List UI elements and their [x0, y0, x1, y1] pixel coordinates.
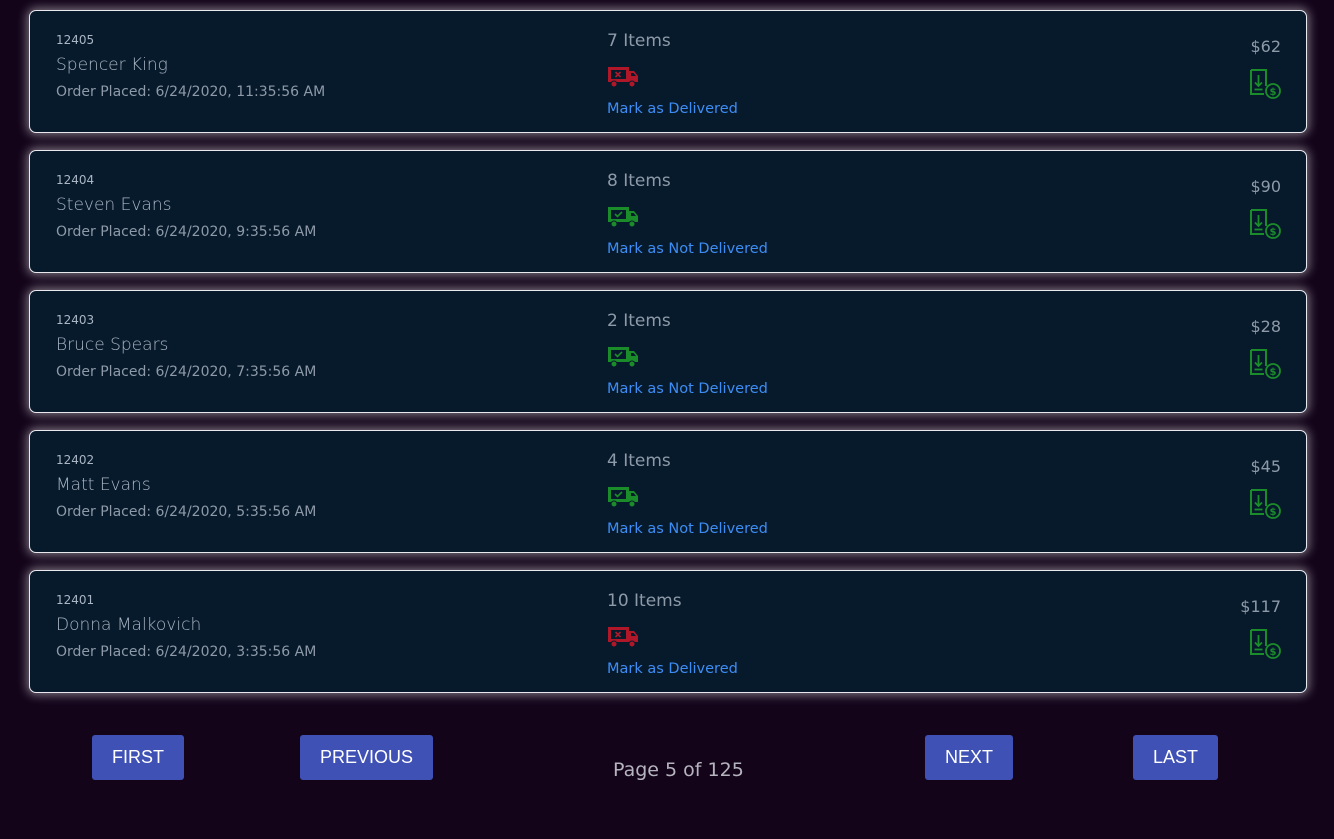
order-price: $62 [1250, 37, 1281, 56]
order-price: $90 [1250, 177, 1281, 196]
truck-x-icon [607, 625, 639, 649]
mark-delivered-link[interactable]: Mark as Delivered [607, 101, 738, 117]
truck-check-icon [607, 485, 639, 509]
truck-check-icon [607, 205, 639, 229]
item-count: 2 Items [607, 311, 671, 331]
order-card: 12401 Donna Malkovich Order Placed: 6/24… [29, 570, 1307, 693]
order-placed-date: Order Placed: 6/24/2020, 9:35:56 AM [56, 224, 317, 240]
orders-list: 12405 Spencer King Order Placed: 6/24/20… [29, 10, 1307, 710]
invoice-download-icon[interactable]: $ [1250, 68, 1282, 100]
order-card: 12402 Matt Evans Order Placed: 6/24/2020… [29, 430, 1307, 553]
invoice-download-icon[interactable]: $ [1250, 628, 1282, 660]
truck-x-icon [607, 65, 639, 89]
truck-check-icon [607, 345, 639, 369]
order-id: 12401 [56, 593, 95, 607]
page-indicator: Page 5 of 125 [613, 759, 744, 781]
customer-name: Matt Evans [56, 475, 151, 495]
next-page-button[interactable]: NEXT [925, 735, 1014, 780]
order-placed-date: Order Placed: 6/24/2020, 7:35:56 AM [56, 364, 317, 380]
customer-name: Spencer King [56, 55, 168, 75]
order-price: $45 [1250, 457, 1281, 476]
order-placed-date: Order Placed: 6/24/2020, 5:35:56 AM [56, 504, 317, 520]
last-page-button[interactable]: LAST [1133, 735, 1219, 780]
svg-text:$: $ [1270, 227, 1277, 238]
item-count: 7 Items [607, 31, 671, 51]
mark-delivered-link[interactable]: Mark as Delivered [607, 661, 738, 677]
order-id: 12402 [56, 453, 95, 467]
order-id: 12404 [56, 173, 95, 187]
order-card: 12405 Spencer King Order Placed: 6/24/20… [29, 10, 1307, 133]
order-price: $28 [1250, 317, 1281, 336]
customer-name: Steven Evans [56, 195, 172, 215]
order-id: 12403 [56, 313, 95, 327]
first-page-button[interactable]: FIRST [92, 735, 184, 780]
order-card: 12403 Bruce Spears Order Placed: 6/24/20… [29, 290, 1307, 413]
mark-not-delivered-link[interactable]: Mark as Not Delivered [607, 381, 768, 397]
order-id: 12405 [56, 33, 95, 47]
order-placed-date: Order Placed: 6/24/2020, 3:35:56 AM [56, 644, 317, 660]
previous-page-button[interactable]: PREVIOUS [300, 735, 434, 780]
mark-not-delivered-link[interactable]: Mark as Not Delivered [607, 241, 768, 257]
svg-text:$: $ [1270, 507, 1277, 518]
item-count: 4 Items [607, 451, 671, 471]
customer-name: Donna Malkovich [56, 615, 202, 635]
mark-not-delivered-link[interactable]: Mark as Not Delivered [607, 521, 768, 537]
invoice-download-icon[interactable]: $ [1250, 348, 1282, 380]
order-placed-date: Order Placed: 6/24/2020, 11:35:56 AM [56, 84, 326, 100]
order-price: $117 [1240, 597, 1281, 616]
svg-text:$: $ [1270, 647, 1277, 658]
svg-text:$: $ [1270, 87, 1277, 98]
order-card: 12404 Steven Evans Order Placed: 6/24/20… [29, 150, 1307, 273]
svg-text:$: $ [1270, 367, 1277, 378]
invoice-download-icon[interactable]: $ [1250, 488, 1282, 520]
item-count: 10 Items [607, 591, 682, 611]
customer-name: Bruce Spears [56, 335, 169, 355]
item-count: 8 Items [607, 171, 671, 191]
invoice-download-icon[interactable]: $ [1250, 208, 1282, 240]
